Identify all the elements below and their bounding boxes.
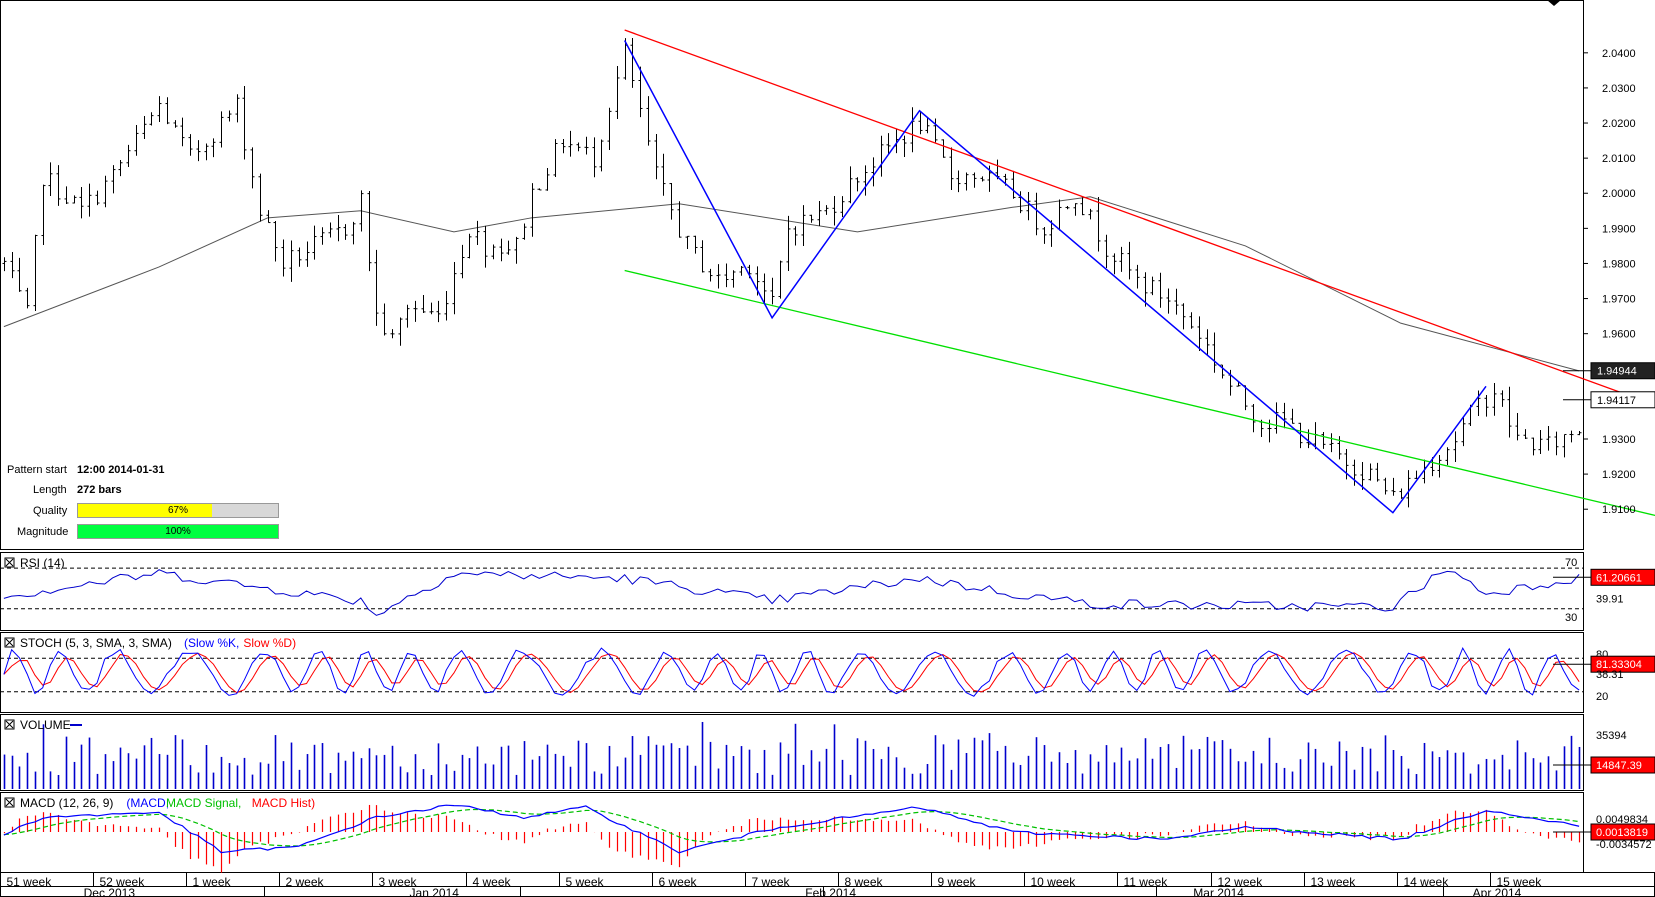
axes: 2.0400 2.0300 2.0200 2.0100 2.0000 1.9900 1.98… bbox=[0, 48, 1655, 897]
indicator-tag-text: 14847.39 bbox=[1596, 760, 1642, 772]
indicator-tag-text: 61.20661 bbox=[1596, 572, 1642, 584]
moving-average-line bbox=[3, 196, 1580, 372]
pattern-start-label: Pattern start bbox=[7, 464, 67, 476]
price-tick-label: 2.0200 bbox=[1602, 118, 1636, 130]
length-value: 272 bars bbox=[77, 484, 122, 496]
quality-bar-text: 67% bbox=[167, 505, 188, 516]
indicator-tag-text: 0.0013819 bbox=[1596, 827, 1648, 839]
price-tick-label: 2.0400 bbox=[1602, 48, 1636, 60]
price-tick-label: 1.9800 bbox=[1602, 258, 1636, 270]
price-bars bbox=[2, 38, 1582, 508]
price-tick-label: 2.0100 bbox=[1602, 153, 1636, 165]
pattern-start-value: 12:00 2014-01-31 bbox=[77, 464, 165, 476]
magnitude-label: Magnitude bbox=[17, 526, 69, 538]
month-label: Feb 2014 bbox=[805, 886, 856, 897]
rsi-level-70: 70 bbox=[1565, 557, 1577, 569]
macd-signal-line bbox=[3, 808, 1580, 847]
indicator-tag-text: 20 bbox=[1596, 691, 1608, 703]
price-tick-label: 1.9300 bbox=[1602, 434, 1636, 446]
magnitude-bar: 100% bbox=[77, 524, 279, 539]
price-tick-label: 1.9100 bbox=[1602, 504, 1636, 516]
rsi-label: RSI (14) bbox=[20, 556, 65, 570]
indicator-tag-text: 39.91 bbox=[1596, 594, 1624, 606]
stoch-panel: STOCH (5, 3, SMA, 3, SMA) (Slow %K, Slow %… bbox=[0, 636, 1655, 703]
month-label: Jan 2014 bbox=[410, 886, 460, 897]
quality-label: Quality bbox=[33, 505, 68, 517]
stoch-slow-k-line bbox=[3, 646, 1580, 697]
price-tick-label: 2.0000 bbox=[1602, 188, 1636, 200]
macd-panel: MACD (12, 26, 9) (MACD,MACD Signal, MACD H… bbox=[3, 796, 1655, 873]
price-tag-text: 1.94944 bbox=[1597, 366, 1637, 378]
legend-entry: MACD Hist) bbox=[252, 796, 315, 810]
chart-frame bbox=[0, 0, 1655, 897]
month-label: Dec 2013 bbox=[84, 886, 136, 897]
pattern-lines bbox=[624, 29, 1655, 517]
indicator-tag-text: 35394 bbox=[1596, 730, 1627, 742]
price-tick-label: 1.9900 bbox=[1602, 223, 1636, 235]
pattern-trendline bbox=[624, 29, 1655, 406]
volume-label: VOLUME bbox=[20, 718, 71, 732]
price-tick-label: 1.9700 bbox=[1602, 294, 1636, 306]
zigzag-line bbox=[624, 40, 1487, 514]
indicator-tag-text: 38.31 bbox=[1596, 669, 1624, 681]
stoch-label: STOCH (5, 3, SMA, 3, SMA) bbox=[20, 636, 172, 650]
indicator-tag-text: -0.0034572 bbox=[1596, 839, 1652, 851]
price-tick-label: 1.9200 bbox=[1602, 469, 1636, 481]
panel-border bbox=[0, 552, 1584, 631]
month-label: Mar 2014 bbox=[1193, 886, 1244, 897]
price-tag-text: 1.94117 bbox=[1597, 395, 1636, 407]
forex-chart: RSI (14) 70 30 61.20661 39.91 STOCH (5, 3, S… bbox=[0, 0, 1655, 897]
macd-line bbox=[3, 804, 1580, 854]
scroll-marker-icon bbox=[1547, 0, 1561, 6]
legend-entry: MACD Signal, bbox=[166, 796, 241, 810]
legend-entry: (MACD, bbox=[126, 796, 169, 810]
price-tick-label: 1.9600 bbox=[1602, 329, 1636, 341]
quality-bar: 67% bbox=[77, 503, 279, 518]
magnitude-bar-text: 100% bbox=[165, 526, 191, 537]
price-tick-label: 2.0300 bbox=[1602, 83, 1636, 95]
rsi-level-30: 30 bbox=[1565, 612, 1577, 624]
volume-panel: VOLUME 35394 14847.39 bbox=[3, 718, 1655, 789]
legend-entry: Slow %D) bbox=[243, 636, 296, 650]
rsi-panel: RSI (14) 70 30 61.20661 39.91 bbox=[0, 556, 1655, 624]
macd-label: MACD (12, 26, 9) bbox=[20, 796, 113, 810]
month-label: Apr 2014 bbox=[1473, 886, 1522, 897]
length-label: Length bbox=[33, 484, 67, 496]
moving-average bbox=[3, 196, 1580, 372]
legend-entry: (Slow %K, bbox=[184, 636, 239, 650]
